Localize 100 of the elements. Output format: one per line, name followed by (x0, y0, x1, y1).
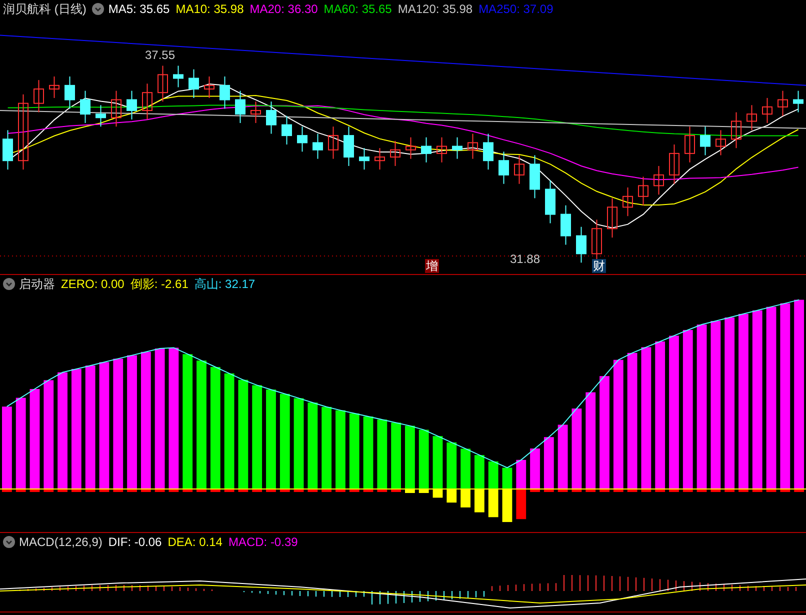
reflection-bar (780, 489, 790, 492)
candlestick (220, 76, 230, 110)
candlestick (374, 148, 385, 170)
candlestick (514, 154, 524, 184)
reflection-bar (280, 489, 290, 492)
candlestick (344, 126, 354, 166)
reflection-bar (377, 489, 388, 492)
indicator-value: ZERO: 0.00 (61, 276, 124, 293)
reflection-bar (669, 489, 679, 492)
indicator-bar (432, 436, 443, 489)
reflection-bar (30, 489, 40, 492)
reflection-bar (322, 489, 332, 492)
candlestick (700, 126, 710, 156)
reflection-bar (682, 489, 693, 492)
indicator-bar (502, 468, 512, 489)
chevron-circle-icon[interactable] (3, 536, 15, 548)
reflection-bar (655, 489, 666, 492)
chevron-circle-icon[interactable] (92, 3, 104, 15)
reflection-bar (140, 489, 151, 492)
candlestick (530, 154, 540, 199)
reflection-bar (336, 489, 346, 492)
reflection-bar (113, 489, 124, 492)
candlestick (80, 90, 90, 124)
candlestick (204, 76, 214, 98)
reflection-bar (724, 489, 735, 492)
reflection-bar (696, 489, 707, 492)
reflection-bar (294, 489, 304, 492)
stock-title: 润贝航科 (日线) (3, 1, 86, 18)
reflection-bar (641, 489, 652, 492)
candlestick (111, 90, 122, 128)
indicator-bar (530, 448, 540, 489)
price-label: 31.88 (510, 252, 540, 266)
indicator-bar (377, 420, 388, 489)
candlestick (498, 151, 509, 184)
candlestick (746, 104, 757, 131)
candlestick (406, 136, 416, 160)
reflection-bar (266, 489, 276, 492)
candlestick (638, 176, 648, 206)
reflection-bar (308, 489, 318, 492)
candlestick (297, 126, 308, 152)
candlestick (468, 133, 478, 160)
reflection-bar (766, 489, 776, 492)
candlestick (793, 90, 804, 113)
reflection-bar (627, 489, 638, 492)
reflection-bar (252, 489, 262, 492)
candlestick (235, 90, 246, 124)
chevron-circle-icon[interactable] (3, 278, 15, 290)
candlestick (158, 65, 168, 102)
indicator-value: MA120: 35.98 (398, 1, 473, 18)
indicator-bar (460, 448, 470, 489)
candlestick (126, 90, 137, 120)
reflection-bar (363, 489, 374, 492)
indicator-value: MA20: 36.30 (250, 1, 318, 18)
indicator-bar (488, 461, 498, 489)
indicator-value: 倒影: -2.61 (130, 276, 188, 293)
reflection-bar (196, 489, 206, 492)
candlestick (778, 90, 788, 116)
reflection-bar (530, 489, 540, 492)
reflection-bar (127, 489, 137, 492)
candlestick (359, 148, 370, 170)
candlestick (2, 130, 13, 170)
indicator-value: MACD: -0.39 (228, 534, 298, 551)
reflection-bar (752, 489, 762, 492)
indicator-bar (405, 426, 415, 489)
reflection-bar (210, 489, 220, 492)
reflection-bar (558, 489, 568, 492)
indicator-value: DIF: -0.06 (108, 534, 162, 551)
reflection-bar (738, 489, 748, 492)
indicator-bar (544, 437, 554, 489)
reflection-bar (58, 489, 68, 492)
candlestick (64, 76, 75, 110)
indicator-bar (474, 455, 484, 489)
reflection-bar (182, 489, 193, 492)
indicator-bar (391, 422, 401, 489)
candlestick (34, 80, 44, 113)
candlestick (312, 133, 323, 160)
candlestick (545, 180, 556, 224)
reflection-bar (154, 489, 165, 492)
indicator-value: MA250: 37.09 (478, 1, 554, 18)
reflection-bar (710, 489, 721, 492)
candlestick (390, 140, 400, 166)
candlestick (49, 76, 60, 98)
candlestick (142, 83, 152, 120)
indicator-value: MA60: 35.65 (324, 1, 392, 18)
candlestick (684, 126, 695, 163)
candlestick (622, 186, 633, 217)
event-marker: 财 (592, 259, 606, 273)
candlestick (576, 226, 586, 264)
indicator-value: MA5: 35.65 (108, 1, 170, 18)
indicator-bar (516, 460, 526, 489)
reflection-bar (85, 489, 96, 492)
reflection-bar (168, 489, 179, 492)
indicator-value: 高山: 32.17 (194, 276, 256, 293)
candlestick (731, 112, 742, 149)
indicator-bar (558, 424, 568, 489)
reflection-bar (16, 489, 26, 492)
indicator-title: 启动器 (19, 276, 55, 293)
reflection-bar (99, 489, 110, 492)
reflection-bar (544, 489, 554, 492)
reflection-bar (71, 489, 82, 492)
